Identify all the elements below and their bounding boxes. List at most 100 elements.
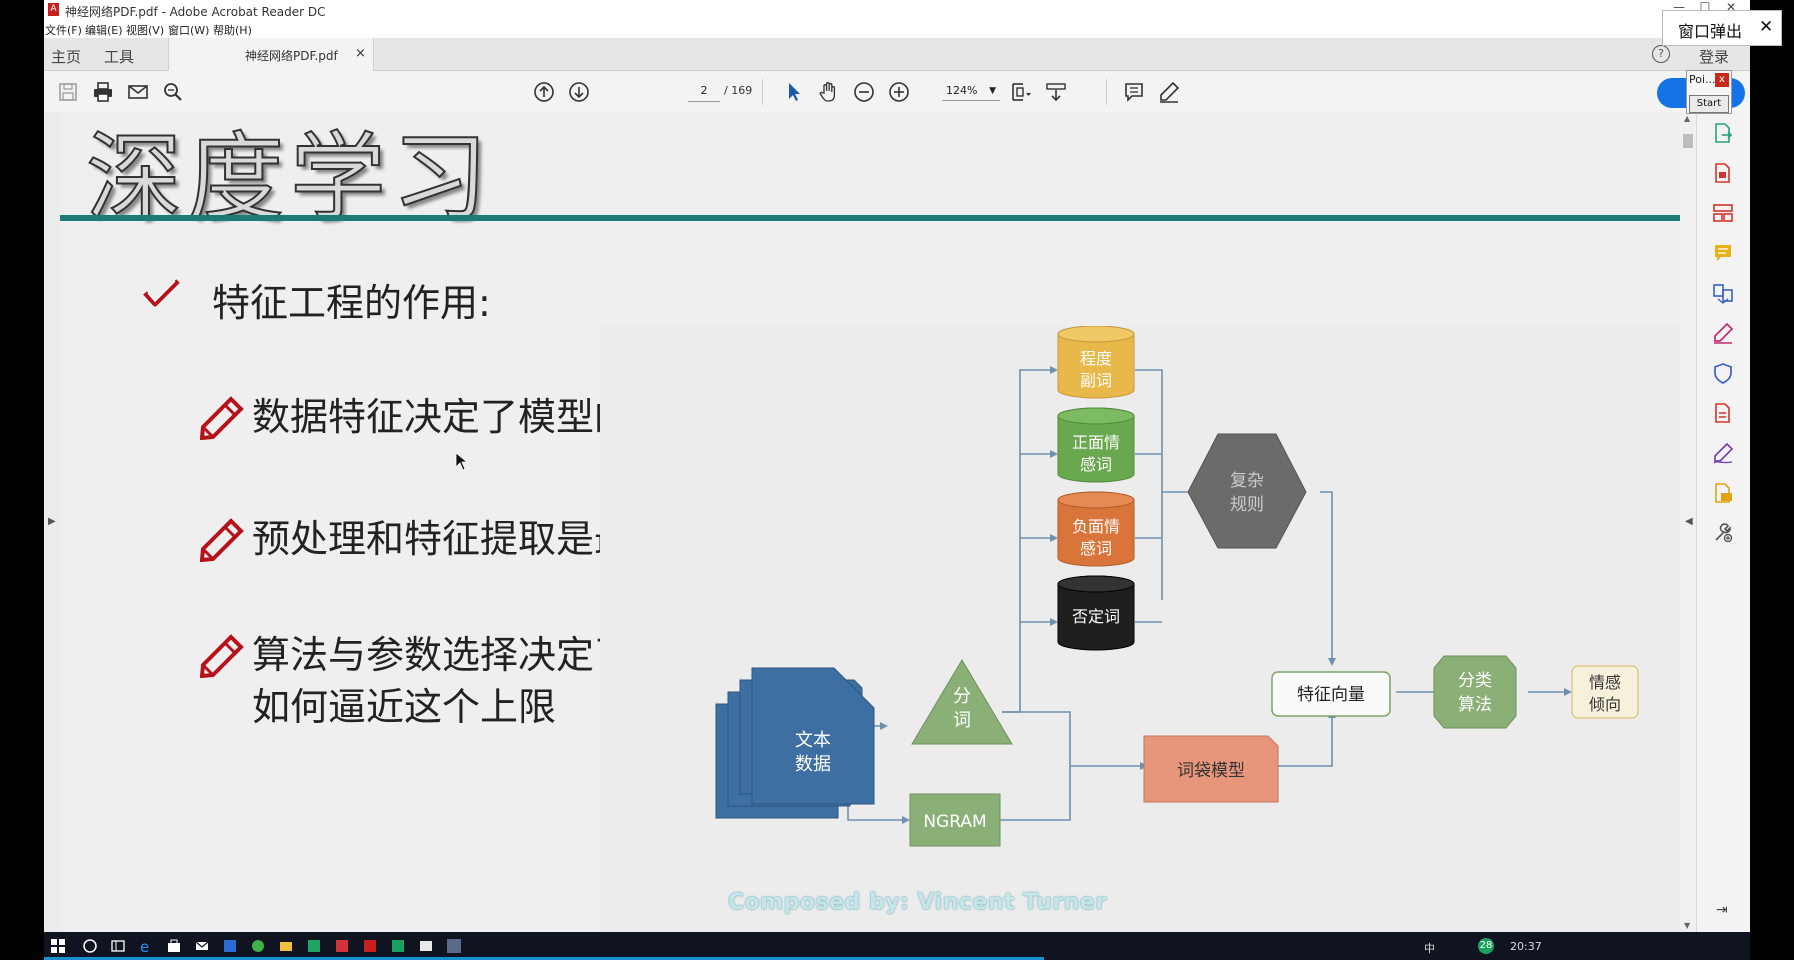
page-number-input[interactable]: 2 (688, 81, 720, 102)
previous-page-icon[interactable] (533, 81, 555, 103)
pointer-tool-popup: Poi... x Start (1686, 70, 1732, 114)
mouse-cursor-icon (455, 452, 469, 471)
title-divider (60, 215, 1680, 221)
find-icon[interactable] (162, 81, 184, 103)
menu-edit[interactable]: 编辑(E) (85, 22, 123, 38)
ime-indicator[interactable]: 中 (1424, 940, 1435, 956)
app-icon[interactable] (390, 938, 406, 954)
negative-words-label: 感词 (1080, 539, 1112, 558)
windows-start-icon[interactable] (50, 938, 66, 954)
comment-tool-icon[interactable] (1712, 242, 1734, 264)
segment-label: 分 (953, 686, 971, 707)
section-heading: 特征工程的作用: (212, 281, 491, 325)
classifier-label: 算法 (1458, 695, 1492, 715)
search-icon[interactable] (82, 938, 98, 954)
close-tab-button[interactable]: × (355, 46, 366, 61)
zoom-out-icon[interactable] (853, 81, 875, 103)
popout-close-button[interactable]: ✕ (1759, 17, 1773, 37)
bullet-text: 如何逼近这个上限 (252, 685, 557, 729)
acrobat-window: A 神经网络PDF.pdf - Adobe Acrobat Reader DC … (44, 0, 1750, 932)
print-icon[interactable] (92, 81, 114, 103)
highlight-pen-icon[interactable] (1158, 81, 1180, 103)
pencil-icon (200, 518, 244, 562)
login-button[interactable]: 登录 (1699, 46, 1729, 67)
document-tab-label: 神经网络PDF.pdf (245, 49, 338, 63)
feature-vector-node: 特征向量 (1271, 671, 1391, 717)
combine-files-icon[interactable] (1712, 282, 1734, 304)
page-fit-icon[interactable] (1010, 81, 1032, 103)
feature-engineering-diagram: 文本 数据 分 词 NGRAM 程度 副词 正面情 感词 负面情 感词 否定词 … (600, 326, 1680, 932)
mail-icon[interactable] (194, 938, 210, 954)
create-pdf-icon[interactable] (1712, 162, 1734, 184)
start-button[interactable]: Start (1689, 95, 1729, 113)
tab-home[interactable]: 主页 (51, 46, 81, 67)
edge-icon[interactable]: e (138, 938, 154, 954)
send-file-icon[interactable] (1712, 482, 1734, 504)
task-view-icon[interactable] (110, 938, 126, 954)
diagram-background (600, 326, 1680, 932)
menu-view[interactable]: 视图(V) (126, 22, 164, 38)
send-for-signature-icon[interactable] (1712, 442, 1734, 464)
toolbar: 2 / 169 124% ▼ (44, 71, 1750, 113)
degree-adverb-node: 程度 副词 (1057, 326, 1135, 399)
organize-pages-icon[interactable] (1712, 202, 1734, 224)
segment-label: 词 (953, 710, 971, 731)
file-explorer-icon[interactable] (278, 938, 294, 954)
collapse-panel-icon[interactable]: ◀ (1685, 516, 1693, 527)
store-icon[interactable] (166, 938, 182, 954)
app-icon[interactable] (222, 938, 238, 954)
zoom-value: 124% (946, 84, 978, 97)
notification-badge[interactable]: 28 (1478, 938, 1494, 954)
zoom-in-icon[interactable] (888, 81, 910, 103)
app-icon[interactable] (250, 938, 266, 954)
zoom-select[interactable]: 124% ▼ (942, 81, 1000, 101)
pointer-tool-label: Poi... (1689, 73, 1716, 86)
clock[interactable]: 20:37 (1510, 940, 1542, 953)
right-tools-panel: ◀ ⇥ (1685, 112, 1750, 932)
protect-shield-icon[interactable] (1712, 362, 1734, 384)
scroll-thumb[interactable] (1683, 134, 1693, 148)
scroll-up-icon[interactable]: ▲ (1684, 114, 1690, 123)
menu-help[interactable]: 帮助(H) (213, 22, 252, 38)
help-icon[interactable]: ? (1652, 45, 1670, 63)
select-cursor-icon[interactable] (783, 81, 805, 103)
checkmark-icon (143, 279, 180, 307)
menu-file[interactable]: 文件(F) (45, 22, 82, 38)
export-pdf-icon[interactable] (1712, 122, 1734, 144)
sentiment-label: 情感 (1589, 673, 1621, 692)
left-panel-handle[interactable]: ▶ (44, 112, 60, 932)
comment-icon[interactable] (1123, 81, 1145, 103)
app-icon[interactable] (418, 938, 434, 954)
text-data-label: 数据 (795, 754, 831, 775)
menu-window[interactable]: 窗口(W) (168, 22, 209, 38)
app-icon[interactable] (446, 938, 462, 954)
save-icon[interactable] (57, 81, 79, 103)
fill-sign-icon[interactable] (1712, 322, 1734, 344)
collapse-right-panel-icon[interactable]: ⇥ (1716, 902, 1728, 918)
tab-document[interactable]: 神经网络PDF.pdf × (168, 38, 374, 71)
bullet-text: 算法与参数选择决定了 (252, 633, 633, 677)
page-total: / 169 (724, 84, 753, 97)
degree-adverb-label: 副词 (1080, 371, 1112, 390)
tab-bar: 主页 工具 神经网络PDF.pdf × ? 登录 (44, 38, 1750, 71)
more-tools-icon[interactable] (1712, 522, 1734, 544)
ngram-node: NGRAM (909, 793, 1001, 847)
pointer-close-button[interactable]: x (1715, 73, 1729, 87)
app-icon[interactable] (306, 938, 322, 954)
positive-words-label: 感词 (1080, 455, 1112, 474)
tab-tools[interactable]: 工具 (104, 46, 134, 67)
bag-of-words-label: 词袋模型 (1177, 761, 1245, 781)
app-icon[interactable] (334, 938, 350, 954)
expand-left-panel-icon[interactable]: ▶ (48, 516, 56, 527)
window-popout-label[interactable]: 窗口弹出 (1678, 18, 1742, 42)
acrobat-icon[interactable] (362, 938, 378, 954)
email-icon[interactable] (127, 81, 149, 103)
toolbar-divider (1106, 79, 1107, 105)
scroll-mode-icon[interactable] (1045, 81, 1067, 103)
positive-words-node: 正面情 感词 (1057, 407, 1135, 483)
export-file-icon[interactable] (1712, 402, 1734, 424)
positive-words-label: 正面情 (1072, 433, 1120, 452)
scroll-down-icon[interactable]: ▼ (1684, 921, 1690, 930)
next-page-icon[interactable] (568, 81, 590, 103)
hand-tool-icon[interactable] (818, 81, 840, 103)
